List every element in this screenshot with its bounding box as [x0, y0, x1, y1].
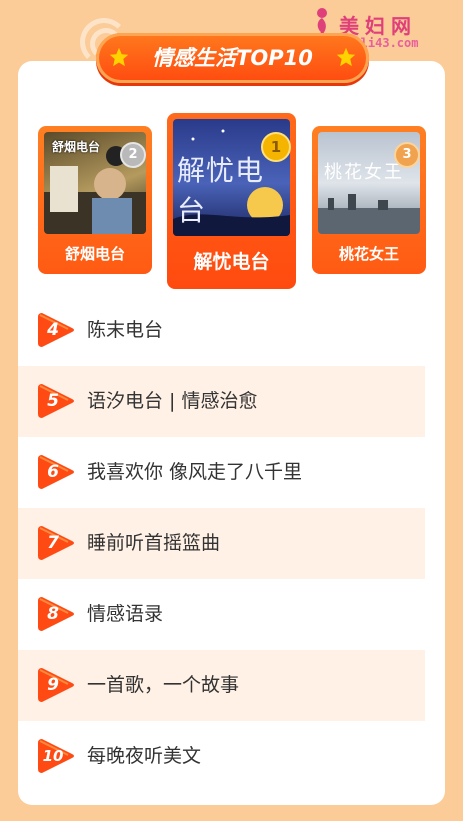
list-item-label: 我喜欢你 像风走了八千里: [87, 461, 303, 483]
top-item-label: 解忧电台: [193, 251, 270, 273]
rank-badge-icon: 7: [38, 526, 76, 560]
list-item-label: 睡前听首摇篮曲: [87, 532, 221, 554]
list-item-label: 每晚夜听美文: [87, 745, 202, 767]
top-item-label: 舒烟电台: [64, 245, 125, 263]
list-item[interactable]: 7 睡前听首摇篮曲: [18, 508, 425, 579]
medal-icon: 3: [394, 142, 420, 168]
list-item[interactable]: 10 每晚夜听美文: [18, 721, 425, 792]
medal-icon: 1: [261, 132, 291, 162]
top-item-1[interactable]: 解忧电台 解忧电台 1: [167, 113, 296, 289]
rank-badge-icon: 10: [38, 739, 76, 773]
top-item-label: 桃花女王: [338, 245, 399, 263]
rank-badge-icon: 4: [38, 313, 76, 347]
cover-title: 桃花女王: [324, 162, 404, 183]
cover-title: 舒烟电台: [52, 140, 101, 154]
rank-badge-icon: 9: [38, 668, 76, 702]
medal-icon: 2: [120, 142, 146, 168]
list-item-label: 情感语录: [87, 603, 164, 625]
list-item-label: 语汐电台 | 情感治愈: [87, 390, 258, 412]
page-title: 情感生活TOP10: [152, 46, 313, 70]
list-item-label: 陈末电台: [87, 319, 164, 341]
ranking-title-banner: 情感生活TOP10: [96, 33, 369, 83]
top-item-3[interactable]: 桃花女王 桃花女王 3: [312, 126, 426, 274]
list-item[interactable]: 8 情感语录: [18, 579, 425, 650]
rank-badge-icon: 8: [38, 597, 76, 631]
top-item-2[interactable]: 舒烟电台 舒烟电台 2: [38, 126, 152, 274]
list-item[interactable]: 6 我喜欢你 像风走了八千里: [18, 437, 425, 508]
list-item[interactable]: 9 一首歌，一个故事: [18, 650, 425, 721]
list-item[interactable]: 5 语汐电台 | 情感治愈: [18, 366, 425, 437]
rank-badge-icon: 5: [38, 384, 76, 418]
star-icon: [336, 47, 356, 67]
rank-badge-icon: 6: [38, 455, 76, 489]
list-item-label: 一首歌，一个故事: [87, 674, 240, 696]
list-item[interactable]: 4 陈末电台: [18, 295, 425, 366]
